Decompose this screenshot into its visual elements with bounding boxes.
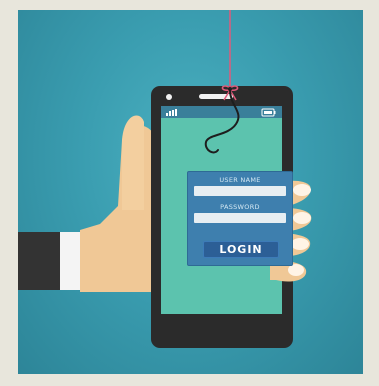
password-field[interactable]: [194, 213, 286, 223]
hand-palm: [80, 125, 158, 292]
phishing-illustration: USER NAME PASSWORD LOGIN: [18, 10, 363, 374]
login-form: USER NAME PASSWORD LOGIN: [187, 171, 293, 266]
thumb: [122, 115, 144, 210]
login-button[interactable]: LOGIN: [203, 241, 279, 258]
camera-icon: [166, 94, 172, 100]
shirt-cuff: [60, 232, 82, 290]
password-label: PASSWORD: [220, 203, 260, 211]
sleeve: [18, 232, 66, 290]
username-field[interactable]: [194, 186, 286, 196]
username-label: USER NAME: [219, 176, 261, 184]
